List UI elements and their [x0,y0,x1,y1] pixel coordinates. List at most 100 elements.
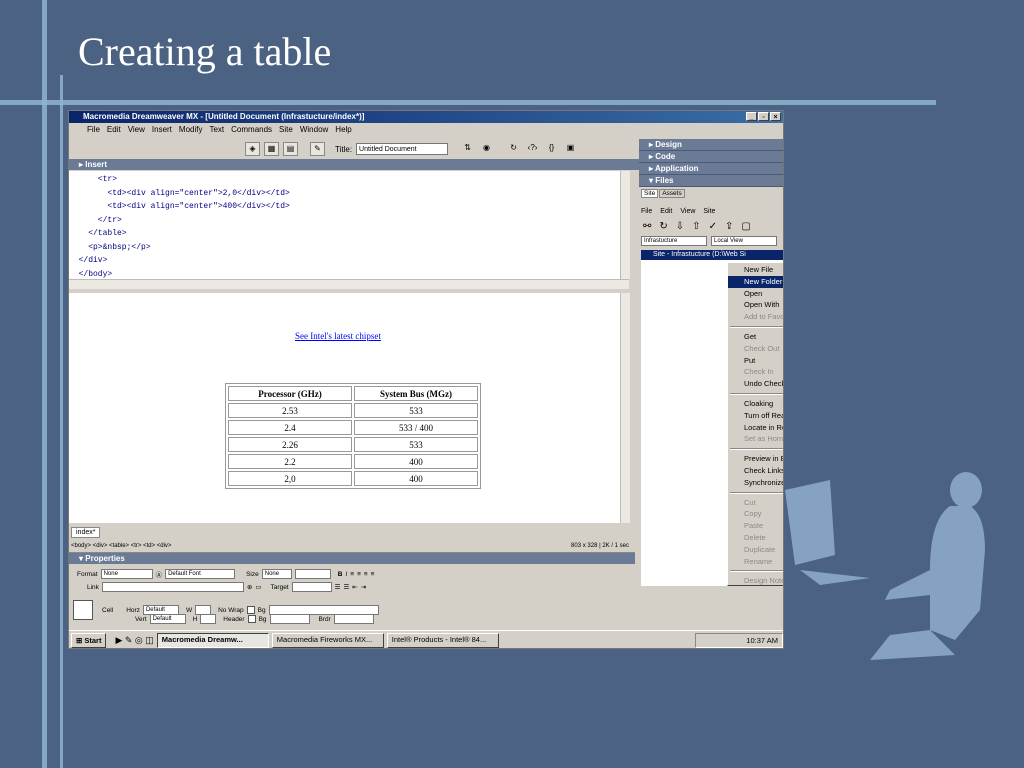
design-view-icon[interactable]: ▤ [283,142,298,156]
bg-color-input[interactable] [269,614,310,624]
view-select[interactable]: Local View [711,236,777,246]
menu-item-cloaking[interactable]: Cloaking▸ [728,398,783,410]
table-cell[interactable]: 400 [354,471,478,486]
unordered-list-icon[interactable]: ☰ [335,583,341,591]
table-cell[interactable]: 2.53 [228,403,352,418]
design-panel-header[interactable]: ▸ Design [639,139,783,151]
table-cell[interactable]: 400 [354,454,478,469]
files-menu-view[interactable]: View [680,208,695,215]
menu-item-preview-in-browser[interactable]: Preview in Browser▸ [728,453,783,465]
align-left-icon[interactable]: ≡ [350,571,354,578]
indent-icon[interactable]: ⇥ [361,583,366,591]
table-cell[interactable]: 2.26 [228,437,352,452]
menu-file[interactable]: File [87,123,100,136]
table-cell[interactable]: 2,0 [228,471,352,486]
align-center-icon[interactable]: ≡ [357,571,361,578]
table-cell[interactable]: 2.4 [228,420,352,435]
menu-item-check-links[interactable]: Check Links▸ [728,465,783,477]
minimize-button[interactable]: _ [746,112,757,121]
text-color-input[interactable] [294,569,331,579]
point-to-file-icon[interactable]: ⊕ [247,583,252,591]
align-justify-icon[interactable]: ≡ [371,571,375,578]
format-select[interactable]: None [100,569,153,579]
menu-insert[interactable]: Insert [152,123,172,136]
application-panel-header[interactable]: ▸ Application [639,163,783,175]
reference-icon[interactable]: ‹?› [525,142,540,156]
ordered-list-icon[interactable]: ☰ [343,583,349,591]
menu-item-locate-in-remote-site[interactable]: Locate in Remote Site [728,422,783,434]
table-cell[interactable]: 533 [354,437,478,452]
connect-icon[interactable]: ⚯ [643,221,651,232]
maximize-button[interactable]: ▫ [758,112,769,121]
files-panel-header[interactable]: ▾ Files [639,175,783,187]
document-tab-index[interactable]: index* [71,527,101,538]
clock[interactable]: 10:37 AM [746,636,778,645]
target-select[interactable] [291,582,332,592]
properties-header[interactable]: ▾ Properties [69,553,635,564]
files-menu-file[interactable]: File [641,208,652,215]
nowrap-checkbox[interactable] [246,606,255,614]
outdent-icon[interactable]: ⇤ [352,583,357,591]
window-titlebar[interactable]: Macromedia Dreamweaver MX - [Untitled Do… [69,111,783,123]
menu-item-new-file[interactable]: New File [728,264,783,276]
browse-folder-icon[interactable]: ▭ [255,583,261,591]
menu-item-get[interactable]: Get [728,331,783,343]
code-horizontal-scrollbar[interactable] [69,279,629,289]
size-select[interactable]: None [261,569,292,579]
link-input[interactable] [101,582,244,592]
quick-launch-icons[interactable]: ▶ ✎ ◎ ◫ [115,635,153,646]
design-vertical-scrollbar[interactable] [620,293,630,523]
design-view[interactable]: See Intel's latest chipset Processor (GH… [69,293,629,523]
menu-window[interactable]: Window [300,123,328,136]
tree-item-site-root[interactable]: Site - Infrastucture (D:\Web Si [641,250,783,260]
tab-site[interactable]: Site [641,189,659,198]
get-files-icon[interactable]: ⇩ [676,221,684,232]
put-files-icon[interactable]: ⇧ [692,221,700,232]
menu-text[interactable]: Text [209,123,224,136]
expand-icon[interactable]: ▢ [741,221,750,232]
insert-panel-header[interactable]: ▸ Insert [69,159,639,170]
close-button[interactable]: × [770,112,781,121]
bold-button[interactable]: B [338,571,343,578]
menu-item-put[interactable]: Put [728,355,783,367]
menu-item-open[interactable]: Open [728,288,783,300]
menu-item-open-with[interactable]: Open With▸ [728,299,783,311]
tag-selector[interactable]: <body> <div> <table> <tr> <td> <div> [71,543,171,549]
view-options-icon[interactable]: ▣ [563,142,578,156]
window-size[interactable]: 803 x 328 [571,543,597,549]
file-management-icon[interactable]: ⇅ [460,142,475,156]
live-data-icon[interactable]: ✎ [310,142,325,156]
table-cell[interactable]: 2.2 [228,454,352,469]
chipset-link[interactable]: See Intel's latest chipset [295,331,381,341]
menu-item-turn-off-read-only[interactable]: Turn off Read Only [728,410,783,422]
refresh-files-icon[interactable]: ↻ [659,221,667,232]
menu-item-synchronize[interactable]: Synchronize... [728,477,783,489]
table-cell[interactable]: 533 / 400 [354,420,478,435]
processor-table[interactable]: Processor (GHz) System Bus (MGz) 2.53 53… [225,383,481,489]
tab-assets[interactable]: Assets [659,189,685,198]
document-title-input[interactable]: Untitled Document [356,143,449,155]
menu-view[interactable]: View [128,123,145,136]
table-cell[interactable]: 533 [354,403,478,418]
menu-edit[interactable]: Edit [107,123,121,136]
vert-select[interactable]: Default [149,614,186,624]
code-navigation-icon[interactable]: {} [544,142,559,156]
code-view-icon[interactable]: ◈ [245,142,260,156]
menu-modify[interactable]: Modify [179,123,203,136]
border-color-input[interactable] [333,614,374,624]
italic-button[interactable]: I [345,571,347,578]
check-in-icon[interactable]: ⇪ [725,221,733,232]
task-dreamweaver[interactable]: Macromedia Dreamw... [156,633,269,648]
height-input[interactable] [200,614,217,624]
menu-site[interactable]: Site [279,123,293,136]
task-intel-browser[interactable]: Intel® Products - Intel® 84... [386,633,499,648]
menu-commands[interactable]: Commands [231,123,272,136]
task-fireworks[interactable]: Macromedia Fireworks MX... [271,633,384,648]
site-select[interactable]: Infrastucture [641,236,707,246]
split-view-icon[interactable]: ▦ [264,142,279,156]
files-menu-site[interactable]: Site [703,208,715,215]
check-out-icon[interactable]: ✓ [709,221,717,232]
font-select[interactable]: Default Font [165,569,236,579]
refresh-icon[interactable]: ↻ [506,142,521,156]
menu-item-new-folder[interactable]: New Folder [728,275,783,288]
